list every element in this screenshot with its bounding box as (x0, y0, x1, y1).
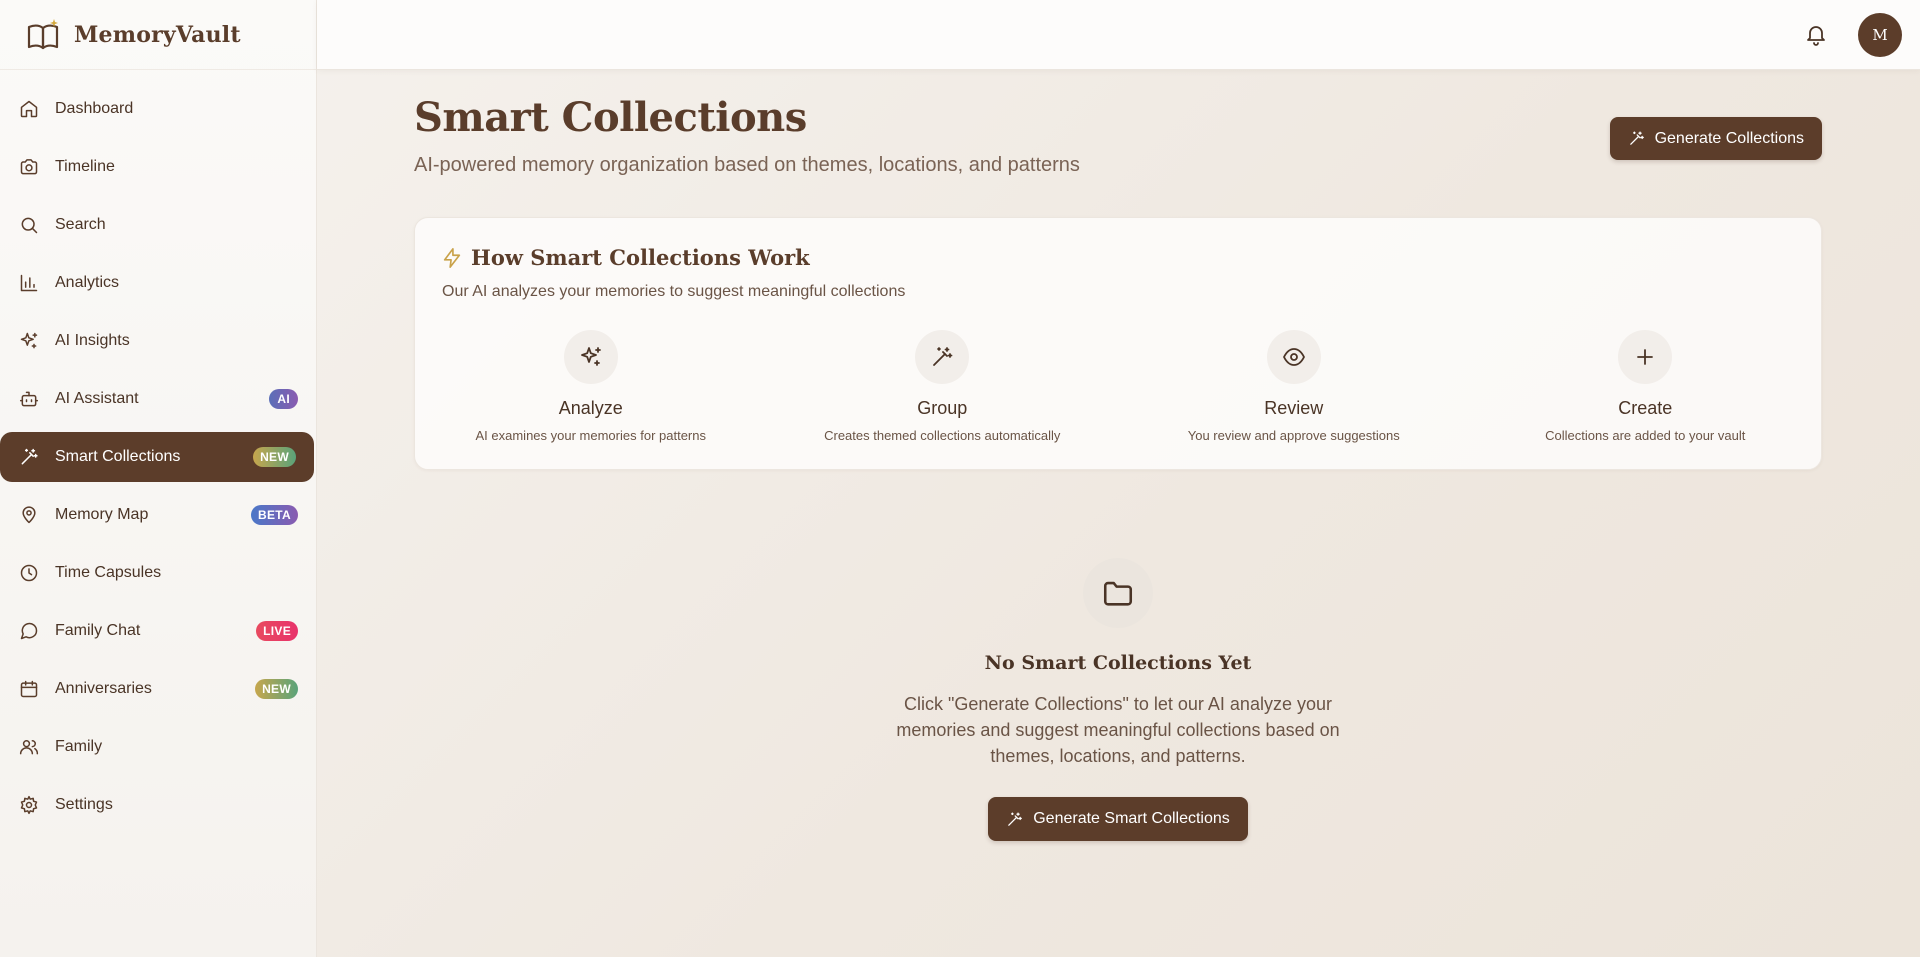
map-pin-icon (18, 504, 40, 526)
sidebar-item-analytics[interactable]: Analytics (0, 258, 316, 308)
sidebar-item-label: Time Capsules (55, 564, 162, 581)
plus-icon (1618, 330, 1673, 384)
generate-collections-button[interactable]: Generate Collections (1609, 117, 1822, 160)
bell-icon[interactable] (1804, 22, 1828, 46)
calendar-icon (18, 678, 40, 700)
lightning-icon (443, 247, 461, 268)
sidebar-item-label: Memory Map (55, 506, 149, 523)
folder-icon (1083, 558, 1153, 628)
sidebar-item-memory-map[interactable]: Memory Map BETA (0, 490, 316, 540)
steps-row: Analyze AI examines your memories for pa… (415, 330, 1821, 443)
new-badge: NEW (253, 447, 296, 467)
home-icon (18, 98, 40, 120)
sidebar-item-settings[interactable]: Settings (0, 780, 316, 830)
step-description: Creates themed collections automatically (824, 428, 1061, 443)
search-icon (18, 214, 40, 236)
ai-badge: AI (269, 389, 298, 409)
wand-icon (1008, 811, 1023, 826)
step-name: Analyze (558, 398, 623, 418)
sidebar-item-time-capsules[interactable]: Time Capsules (0, 548, 316, 598)
topbar: M (317, 0, 1920, 70)
avatar[interactable]: M (1858, 13, 1902, 57)
page-subtitle: AI-powered memory organization based on … (414, 154, 1080, 176)
robot-icon (18, 388, 40, 410)
camera-icon (18, 156, 40, 178)
step-create: Create Collections are added to your vau… (1470, 330, 1822, 443)
sidebar-item-label: AI Assistant (55, 390, 139, 407)
step-description: Collections are added to your vault (1545, 428, 1746, 443)
generate-collections-label: Generate Collections (1654, 129, 1804, 147)
page-title: Smart Collections (414, 94, 807, 141)
sidebar-item-family-chat[interactable]: Family Chat LIVE (0, 606, 316, 656)
beta-badge: BETA (251, 505, 298, 525)
eye-icon (1266, 330, 1321, 384)
how-it-works-description: Our AI analyzes your memories to suggest… (442, 283, 906, 300)
wand-icon (1629, 131, 1644, 145)
live-badge: LIVE (256, 621, 298, 641)
new-badge: NEW (255, 679, 298, 699)
gear-icon (18, 794, 40, 816)
step-analyze: Analyze AI examines your memories for pa… (415, 330, 767, 443)
sidebar-item-timeline[interactable]: Timeline (0, 142, 316, 192)
clock-icon (18, 562, 40, 584)
step-name: Review (1264, 398, 1324, 418)
sidebar-item-label: Anniversaries (55, 680, 152, 697)
sidebar-item-family[interactable]: Family (0, 722, 316, 772)
empty-state-description: Click "Generate Collections" to let our … (896, 694, 1340, 766)
sidebar-item-label: Search (55, 216, 106, 233)
sidebar-item-ai-insights[interactable]: AI Insights (0, 316, 316, 366)
how-it-works-card: How Smart Collections Work Our AI analyz… (414, 217, 1822, 470)
generate-smart-collections-label: Generate Smart Collections (1033, 810, 1230, 827)
sparkles-icon (18, 330, 40, 352)
step-description: You review and approve suggestions (1187, 428, 1400, 443)
sidebar-item-label: Smart Collections (55, 448, 181, 465)
step-review: Review You review and approve suggestion… (1118, 330, 1470, 443)
brand[interactable]: MemoryVault (0, 0, 316, 70)
empty-state: No Smart Collections Yet Click "Generate… (414, 558, 1822, 841)
sidebar-item-search[interactable]: Search (0, 200, 316, 250)
sidebar-item-label: Family (55, 738, 103, 755)
users-icon (18, 736, 40, 758)
step-description: AI examines your memories for patterns (475, 428, 706, 443)
sidebar-item-dashboard[interactable]: Dashboard (0, 84, 316, 134)
book-logo-icon (26, 17, 62, 53)
sidebar: MemoryVault Dashboard Timeline Search An… (0, 0, 317, 957)
sidebar-item-ai-assistant[interactable]: AI Assistant AI (0, 374, 316, 424)
app-name: MemoryVault (74, 21, 241, 48)
wand-icon (915, 330, 970, 384)
bar-chart-icon (18, 272, 40, 294)
sparkles-icon (563, 330, 618, 384)
sidebar-item-label: Family Chat (55, 622, 141, 639)
wand-icon (18, 446, 40, 468)
step-group: Group Creates themed collections automat… (767, 330, 1119, 443)
chat-icon (18, 620, 40, 642)
sidebar-item-label: Settings (55, 796, 113, 813)
empty-state-title: No Smart Collections Yet (984, 652, 1252, 674)
sidebar-item-label: Dashboard (55, 100, 134, 117)
step-name: Group (917, 398, 968, 418)
how-it-works-title: How Smart Collections Work (471, 245, 810, 270)
sidebar-item-label: AI Insights (55, 332, 130, 349)
how-it-works-heading: How Smart Collections Work (441, 245, 810, 270)
sidebar-nav: Dashboard Timeline Search Analytics AI I… (0, 70, 316, 830)
sidebar-item-anniversaries[interactable]: Anniversaries NEW (0, 664, 316, 714)
step-name: Create (1618, 398, 1673, 418)
sidebar-item-label: Timeline (55, 158, 115, 175)
generate-smart-collections-button[interactable]: Generate Smart Collections (988, 797, 1248, 841)
sidebar-item-label: Analytics (55, 274, 120, 291)
sidebar-item-smart-collections[interactable]: Smart Collections NEW (0, 432, 314, 482)
